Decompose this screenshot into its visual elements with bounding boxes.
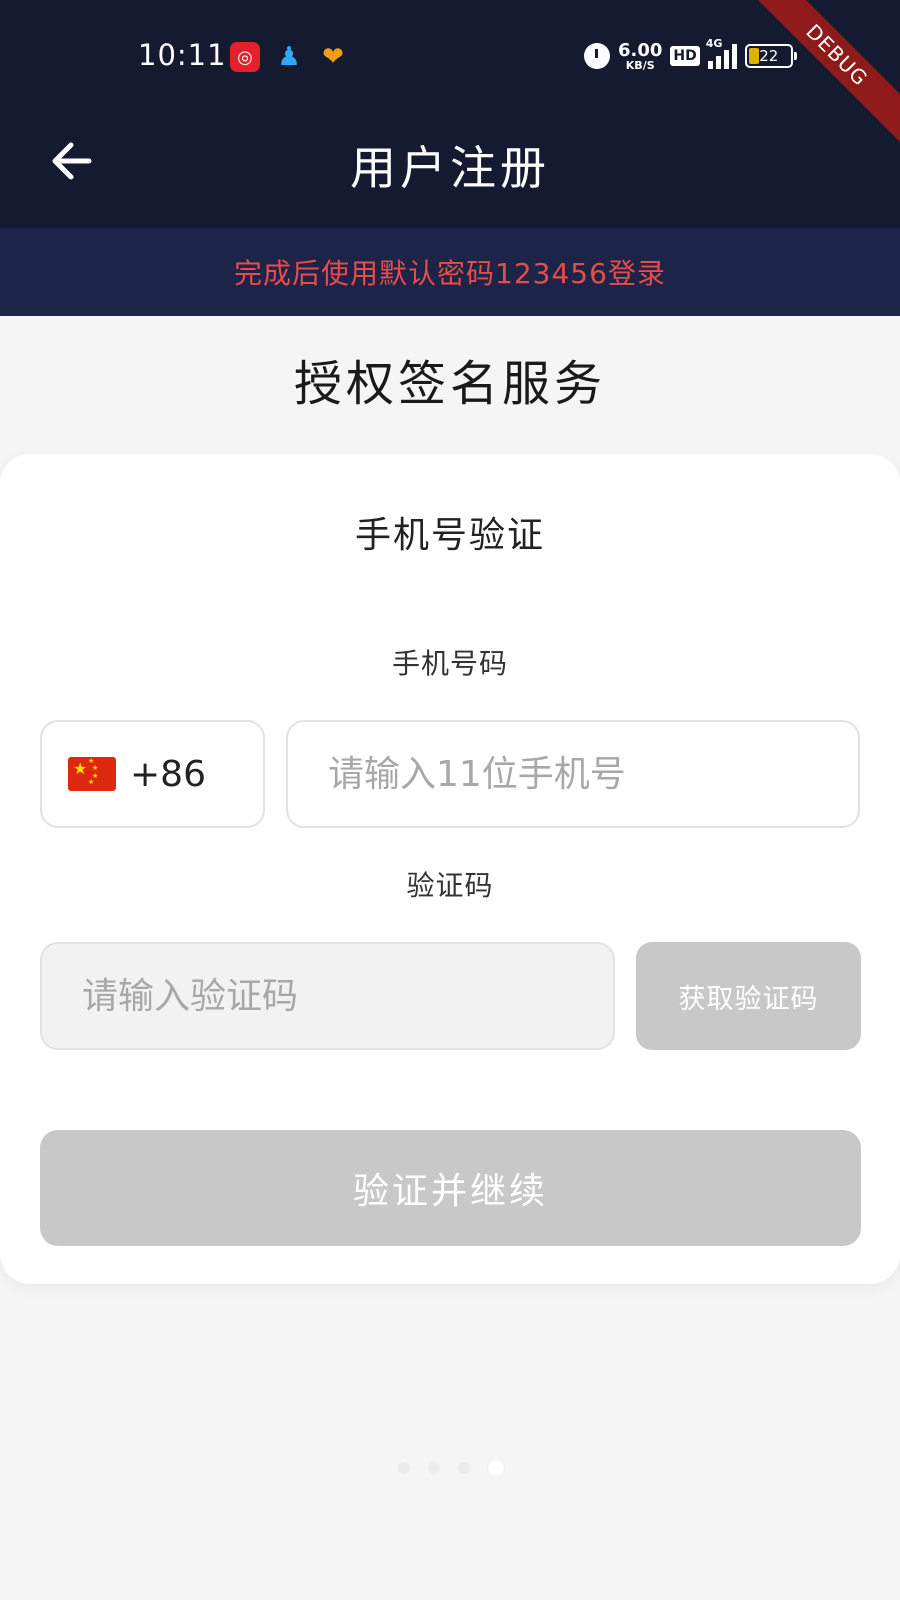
country-code: +86 [130, 753, 206, 795]
status-indicators: 6.00 KB/S HD 4G 22 [584, 37, 797, 74]
phone-verification-card: 手机号验证 手机号码 ★ ★ ★ ★ ★ +86 验证码 获取验证码 验证并继续 [0, 454, 900, 1284]
notice-bar: 完成后使用默认密码123456登录 [0, 228, 900, 316]
country-code-selector[interactable]: ★ ★ ★ ★ ★ +86 [40, 720, 265, 828]
signal-icon: 4G [706, 37, 737, 69]
battery-icon: 22 [744, 44, 797, 68]
phone-input[interactable] [286, 720, 860, 828]
status-bar: 10:11 ◎ ♟ ❤ 6.00 KB/S HD 4G 22 [0, 0, 900, 110]
network-speed-value: 6.00 [618, 39, 663, 61]
page-dot [428, 1462, 440, 1474]
qq-icon: ♟ [277, 42, 301, 72]
network-speed-unit: KB/S [625, 58, 655, 72]
card-title: 手机号验证 [354, 515, 545, 556]
notification-icons: ◎ ♟ ❤ [230, 42, 348, 72]
china-flag-icon: ★ ★ ★ ★ ★ [68, 757, 116, 791]
get-code-button[interactable]: 获取验证码 [636, 942, 861, 1050]
service-title: 授权签名服务 [293, 356, 606, 412]
page-indicator [398, 1460, 504, 1476]
hd-icon: HD [670, 46, 700, 66]
code-label: 验证码 [406, 869, 494, 902]
app-notification-icon: ❤ [322, 42, 344, 72]
app-header: 10:11 ◎ ♟ ❤ 6.00 KB/S HD 4G 22 DEBUG 用户注… [0, 0, 900, 228]
verify-continue-button[interactable]: 验证并继续 [40, 1130, 861, 1246]
network-type: 4G [705, 37, 723, 50]
page-dot-active [488, 1460, 504, 1476]
alarm-icon [584, 43, 610, 69]
page-dot [458, 1462, 470, 1474]
status-time: 10:11 [138, 38, 227, 72]
battery-level: 22 [759, 47, 779, 65]
netease-music-icon: ◎ [230, 42, 260, 72]
default-password-notice: 完成后使用默认密码123456登录 [234, 257, 666, 290]
page-title: 用户注册 [350, 141, 550, 195]
verification-code-input[interactable] [40, 942, 615, 1050]
page-dot [398, 1462, 410, 1474]
phone-label: 手机号码 [391, 647, 508, 680]
network-speed: 6.00 KB/S [618, 39, 663, 72]
